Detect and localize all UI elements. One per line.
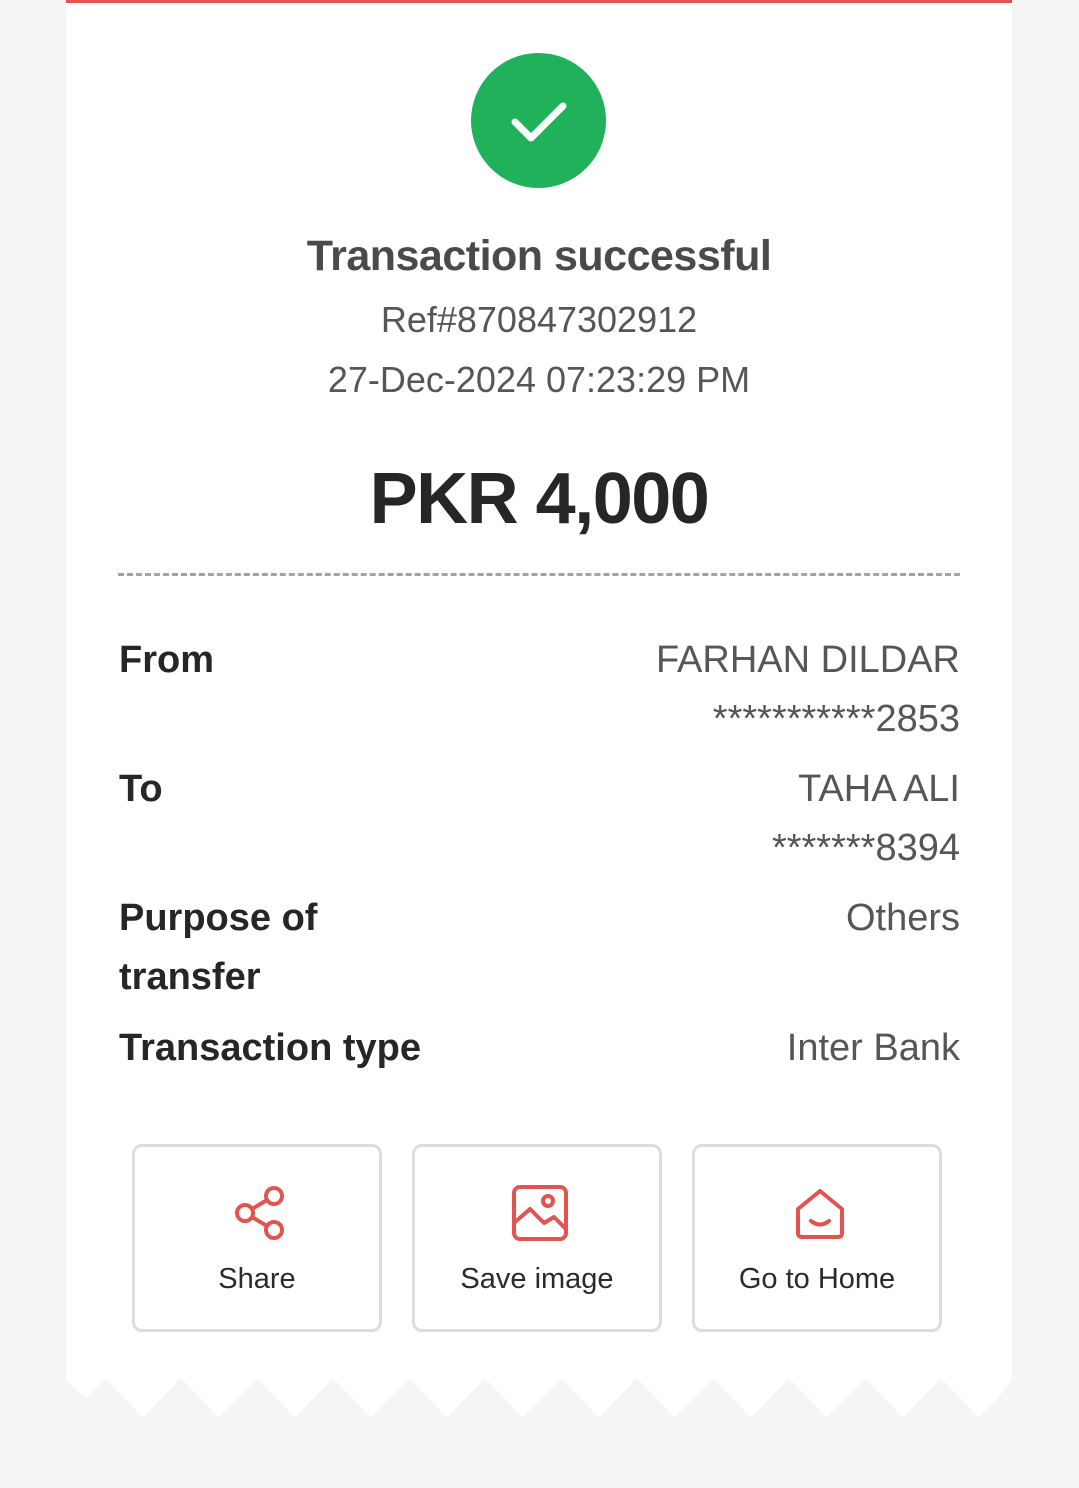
status-title: Transaction successful [306,232,772,280]
save-image-label: Save image [460,1263,614,1295]
accent-top-bar [66,0,1012,3]
from-label: From [119,639,214,681]
purpose-value: Others [845,897,960,939]
home-icon [796,1189,844,1239]
share-button[interactable]: Share [132,1144,382,1332]
to-name: TAHA ALI [798,768,960,810]
transaction-amount: PKR 4,000 [369,459,710,539]
transaction-datetime: 27-Dec-2024 07:23:29 PM [327,359,751,400]
check-icon [511,102,567,142]
transaction-type-label: Transaction type [119,1027,421,1069]
receipt-card: Transaction successful Ref#870847302912 … [66,0,1012,1380]
go-to-home-label: Go to Home [738,1263,896,1295]
from-name: FARHAN DILDAR [655,639,960,681]
from-account: ***********2853 [712,698,960,740]
image-icon [512,1185,568,1241]
purpose-label-line2: transfer [119,956,261,998]
dashed-divider [118,573,960,576]
purpose-label-line1: Purpose of [119,897,318,939]
reference-number: Ref#870847302912 [380,299,698,340]
success-badge [471,53,606,188]
to-label: To [119,768,163,810]
share-icon [235,1186,284,1240]
to-account: *******8394 [771,827,960,869]
save-image-button[interactable]: Save image [412,1144,662,1332]
transaction-type-value: Inter Bank [786,1027,960,1069]
go-to-home-button[interactable]: Go to Home [692,1144,942,1332]
receipt-page: Transaction successful Ref#870847302912 … [0,0,1079,1488]
share-label: Share [218,1263,296,1295]
receipt-torn-edge [66,1378,1012,1418]
